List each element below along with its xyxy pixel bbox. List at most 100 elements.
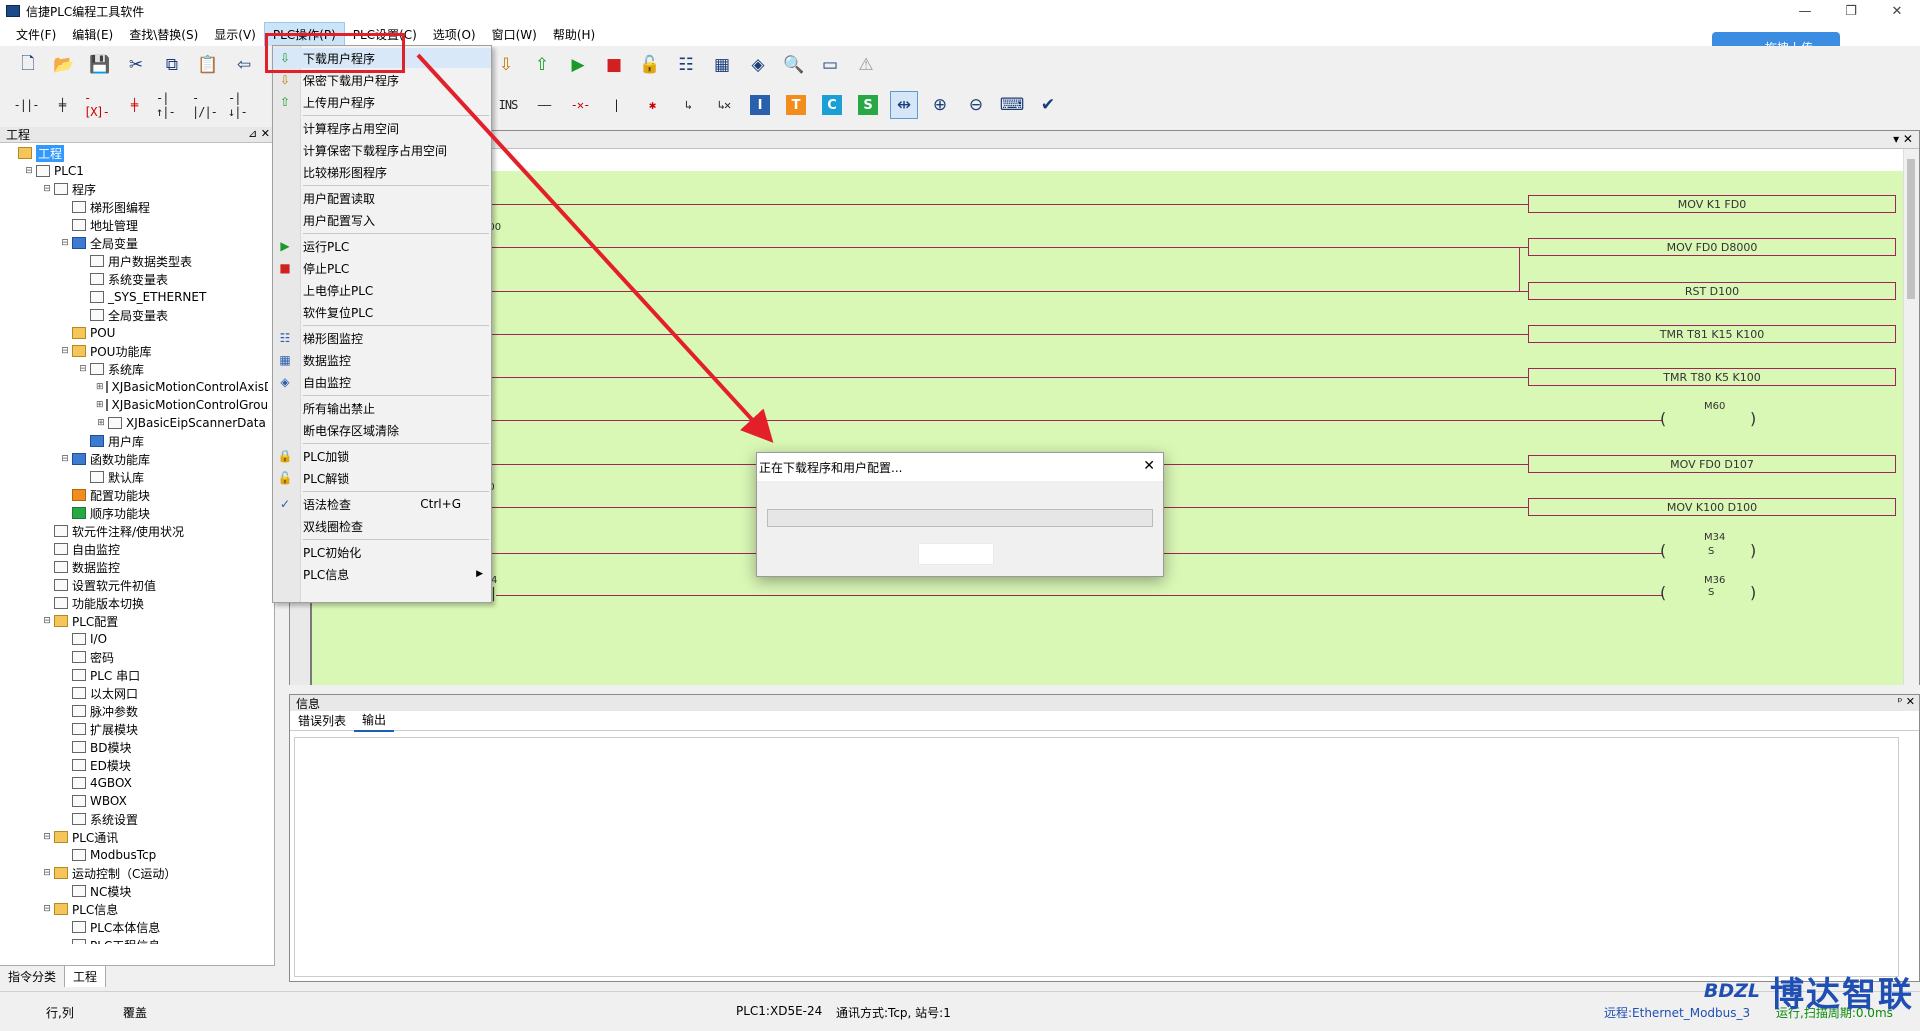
pin-icon[interactable]: ⊿ ✕: [248, 127, 270, 140]
tab-instruction-category[interactable]: 指令分类: [0, 966, 66, 987]
tree-item[interactable]: ⊞ XJBasicEipScannerData: [0, 414, 268, 432]
menu-item[interactable]: ☷ 梯形图监控: [273, 328, 491, 348]
save-icon[interactable]: 💾: [86, 51, 114, 79]
tree-item[interactable]: _SYS_ETHERNET: [0, 288, 268, 306]
tree-item[interactable]: 系统设置: [0, 810, 268, 828]
editor-close-icon[interactable]: ▾ ✕: [1893, 132, 1913, 146]
tree-item[interactable]: 数据监控: [0, 558, 268, 576]
instruction-c-icon[interactable]: C: [818, 91, 846, 119]
tree-item[interactable]: PLC工程信息: [0, 936, 268, 944]
zoom-view-icon[interactable]: 🔍: [780, 51, 808, 79]
menu-help[interactable]: 帮助(H): [545, 23, 603, 46]
tree-item[interactable]: ⊟ 全局变量: [0, 234, 268, 252]
tree-item[interactable]: 自由监控: [0, 540, 268, 558]
info-pin-icon[interactable]: ᵖ ✕: [1898, 695, 1915, 708]
tree-item[interactable]: PLC 串口: [0, 666, 268, 684]
expand-icon[interactable]: ⊞: [96, 382, 104, 392]
tree-item[interactable]: 全局变量表: [0, 306, 268, 324]
tree-item[interactable]: ⊟ PLC信息: [0, 900, 268, 918]
plc-compile-icon[interactable]: ⌨: [998, 91, 1026, 119]
tab-project[interactable]: 工程: [65, 966, 107, 987]
tree-item[interactable]: NC模块: [0, 882, 268, 900]
menu-item[interactable]: 上电停止PLC: [273, 280, 491, 300]
close-button[interactable]: ✕: [1874, 0, 1920, 22]
tree-item[interactable]: BD模块: [0, 738, 268, 756]
dialog-close-icon[interactable]: ✕: [1143, 458, 1155, 474]
menu-item[interactable]: 用户配置读取: [273, 188, 491, 208]
instruction-i-icon[interactable]: I: [746, 91, 774, 119]
menu-item[interactable]: ▶ 运行PLC: [273, 236, 491, 256]
menu-item[interactable]: 🔓 PLC解锁: [273, 468, 491, 488]
contact-nc-icon[interactable]: -[X]-: [84, 91, 112, 119]
warning-icon[interactable]: ⚠: [852, 51, 880, 79]
output-area[interactable]: [294, 737, 1899, 977]
stop-plc-icon[interactable]: ■: [600, 51, 628, 79]
menu-item[interactable]: 比较梯形图程序: [273, 162, 491, 182]
device-icon[interactable]: ▭: [816, 51, 844, 79]
menu-item[interactable]: ⇩ 保密下载用户程序: [273, 70, 491, 90]
contact-parallel-icon[interactable]: ╪: [48, 91, 76, 119]
menu-item[interactable]: PLC初始化: [273, 542, 491, 562]
tree-item[interactable]: 配置功能块: [0, 486, 268, 504]
tab-error-list[interactable]: 错误列表: [290, 710, 354, 731]
menu-item[interactable]: ■ 停止PLC: [273, 258, 491, 278]
tree-item[interactable]: ModbusTcp: [0, 846, 268, 864]
tree-item[interactable]: 脉冲参数: [0, 702, 268, 720]
cut-icon[interactable]: ✂: [122, 51, 150, 79]
collapse-icon[interactable]: ⊟: [42, 904, 52, 914]
link-icon[interactable]: ↳: [674, 91, 702, 119]
menu-item[interactable]: ◈ 自由监控: [273, 372, 491, 392]
editor-scrollbar[interactable]: [1903, 149, 1919, 685]
zoom-out-icon[interactable]: ⊖: [962, 91, 990, 119]
tree-item[interactable]: 设置软元件初值: [0, 576, 268, 594]
menu-item[interactable]: ▦ 数据监控: [273, 350, 491, 370]
tree-item[interactable]: POU: [0, 324, 268, 342]
tree-item[interactable]: ⊞ XJBasicMotionControlGroupD: [0, 396, 268, 414]
vline-icon[interactable]: |: [602, 91, 630, 119]
free-monitor-icon[interactable]: ◈: [744, 51, 772, 79]
tree-item[interactable]: PLC本体信息: [0, 918, 268, 936]
ladder-canvas[interactable]: MOV K1 FD00MOV FD0 D8000000RST D100TMR T…: [290, 171, 1903, 685]
collapse-icon[interactable]: ⊟: [42, 184, 52, 194]
menu-item[interactable]: ⇧ 上传用户程序: [273, 92, 491, 112]
hline-icon[interactable]: ——: [530, 91, 558, 119]
tree-item[interactable]: 工程: [0, 144, 268, 162]
menu-item[interactable]: 🔒 PLC加锁: [273, 446, 491, 466]
tree-item[interactable]: 扩展模块: [0, 720, 268, 738]
tree-item[interactable]: ⊟ PLC1: [0, 162, 268, 180]
menu-item[interactable]: 用户配置写入: [273, 210, 491, 230]
tree-item[interactable]: ⊟ 运动控制（C运动）: [0, 864, 268, 882]
upload-program-icon[interactable]: ⇧: [528, 51, 556, 79]
run-plc-icon[interactable]: ▶: [564, 51, 592, 79]
menu-view[interactable]: 显示(V): [206, 23, 264, 46]
tree-item[interactable]: ⊞ XJBasicMotionControlAxisDat: [0, 378, 268, 396]
tree-item[interactable]: WBOX: [0, 792, 268, 810]
collapse-icon[interactable]: ⊟: [60, 238, 70, 248]
expand-icon[interactable]: ⊞: [96, 418, 106, 428]
menu-item[interactable]: 计算保密下载程序占用空间: [273, 140, 491, 160]
collapse-icon[interactable]: ⊟: [42, 868, 52, 878]
open-folder-icon[interactable]: 📂: [50, 51, 78, 79]
new-file-icon[interactable]: 🗋: [14, 51, 42, 79]
instruction-s-icon[interactable]: S: [854, 91, 882, 119]
rising-edge-icon[interactable]: -|↑|-: [156, 91, 184, 119]
copy-icon[interactable]: ⧉: [158, 51, 186, 79]
tree-item[interactable]: 功能版本切换: [0, 594, 268, 612]
menu-find-replace[interactable]: 查找\替换(S): [121, 23, 206, 46]
delete-vline-icon[interactable]: ✱: [638, 91, 666, 119]
menu-file[interactable]: 文件(F): [8, 23, 64, 46]
contact-nc-parallel-icon[interactable]: ╪: [120, 91, 148, 119]
data-monitor-icon[interactable]: ▦: [708, 51, 736, 79]
menu-item[interactable]: 双线圈检查: [273, 516, 491, 536]
zoom-in-icon[interactable]: ⊕: [926, 91, 954, 119]
menu-window[interactable]: 窗口(W): [484, 23, 545, 46]
edge-icon[interactable]: -|↓|-: [228, 91, 256, 119]
lock-icon[interactable]: 🔓: [636, 51, 664, 79]
tree-item[interactable]: 以太网口: [0, 684, 268, 702]
tree-item[interactable]: ⊟ POU功能库: [0, 342, 268, 360]
paste-icon[interactable]: 📋: [194, 51, 222, 79]
delete-line-icon[interactable]: -✕-: [566, 91, 594, 119]
menu-item[interactable]: 软件复位PLC: [273, 302, 491, 322]
menu-item[interactable]: 断电保存区域清除: [273, 420, 491, 440]
menu-item[interactable]: ✓ 语法检查 Ctrl+G: [273, 494, 491, 514]
